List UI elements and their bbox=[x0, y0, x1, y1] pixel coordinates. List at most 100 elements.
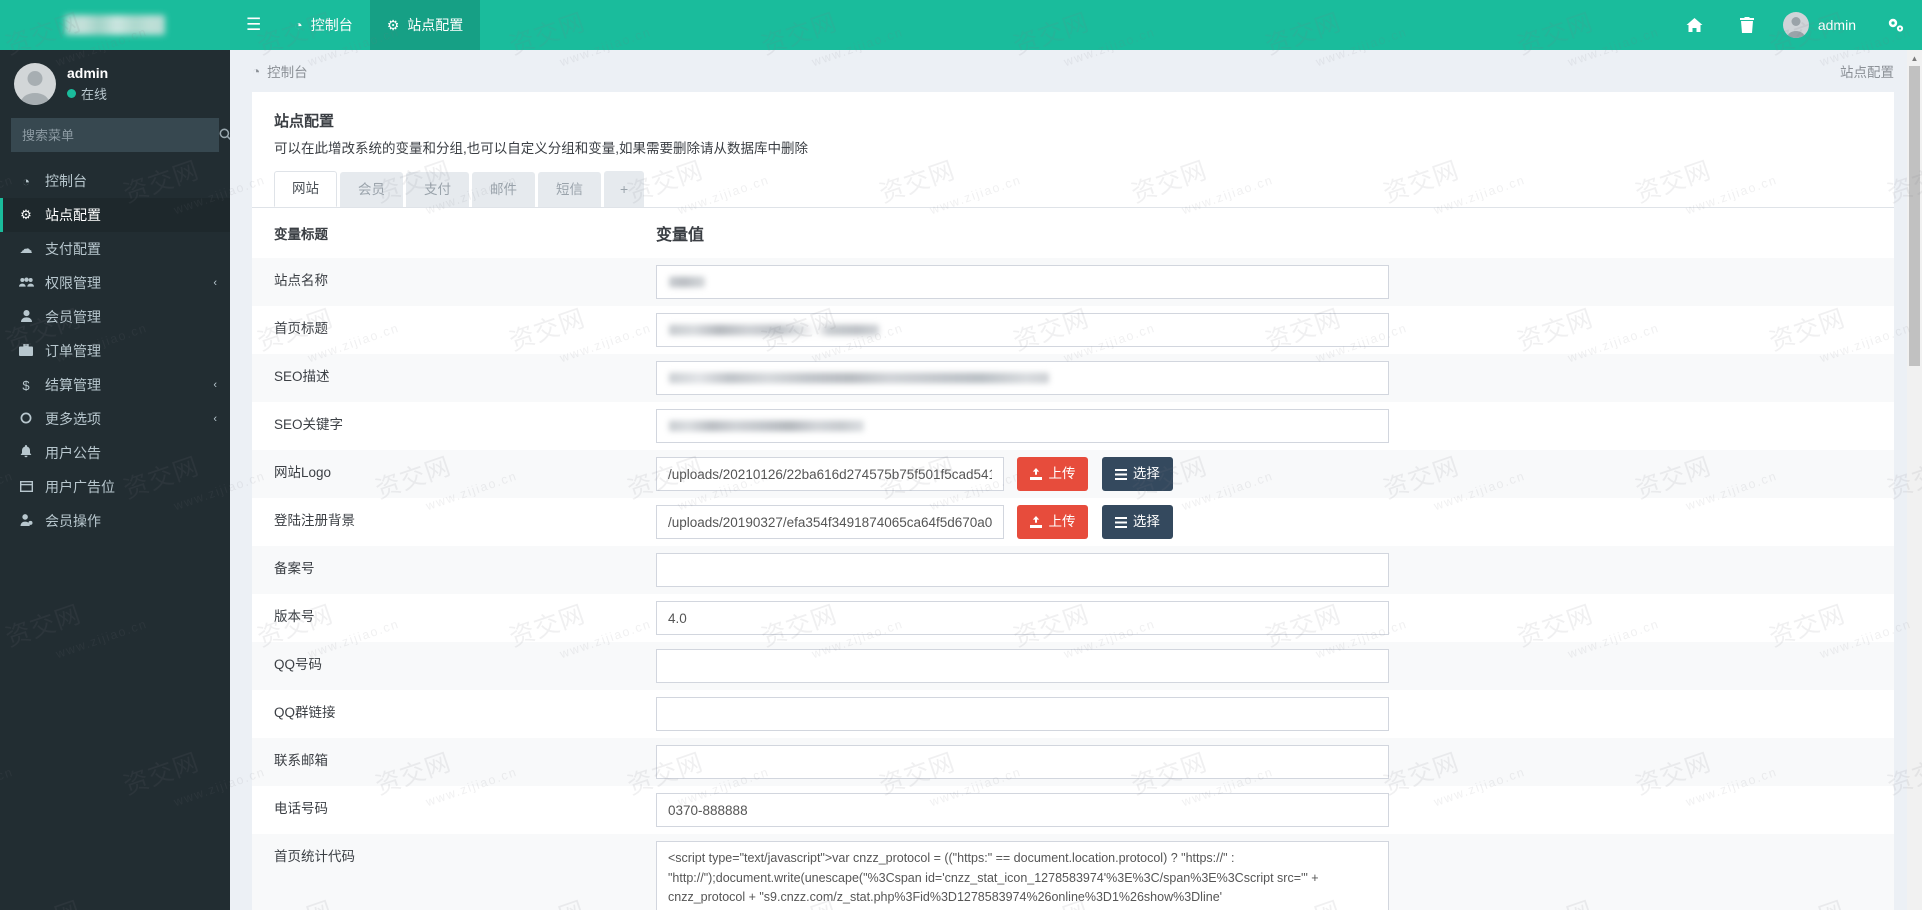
page-title: 站点配置 bbox=[274, 110, 1872, 131]
breadcrumb-right-label: 站点配置 bbox=[1840, 61, 1894, 81]
briefcase-icon bbox=[17, 344, 35, 359]
header-nav-dashboard[interactable]: ◔ 控制台 bbox=[277, 0, 369, 50]
search-input[interactable] bbox=[12, 128, 208, 143]
upload-icon bbox=[1030, 468, 1042, 480]
tab-website[interactable]: 网站 bbox=[274, 171, 337, 207]
hamburger-icon: ☰ bbox=[246, 15, 261, 35]
contact-email-input[interactable] bbox=[656, 745, 1389, 779]
table-row: QQ群链接 bbox=[252, 690, 1894, 738]
select-button-logo[interactable]: 选择 bbox=[1102, 457, 1173, 491]
users-icon bbox=[17, 276, 35, 291]
sidebar-item-order[interactable]: 订单管理 bbox=[0, 334, 230, 368]
row-label: 电话号码 bbox=[252, 786, 656, 828]
row-label: 首页统计代码 bbox=[252, 834, 656, 876]
sidebar-item-member-operation[interactable]: 会员操作 bbox=[0, 504, 230, 538]
header-nav-site-config[interactable]: ⚙ 站点配置 bbox=[370, 0, 481, 50]
sidebar-user-panel[interactable]: admin 在线 bbox=[0, 50, 230, 118]
seo-keywords-input[interactable] bbox=[656, 409, 1389, 443]
sidebar-item-label: 用户公告 bbox=[45, 443, 217, 463]
row-label: 网站Logo bbox=[252, 450, 656, 492]
table-row: SEO关键字 bbox=[252, 402, 1894, 450]
qq-group-link-input[interactable] bbox=[656, 697, 1389, 731]
chevron-left-icon: ‹ bbox=[213, 277, 217, 289]
qq-number-input[interactable] bbox=[656, 649, 1389, 683]
dashboard-icon: ◔ bbox=[294, 17, 302, 33]
home-title-input[interactable] bbox=[656, 313, 1389, 347]
tab-member[interactable]: 会员 bbox=[340, 172, 403, 207]
sidebar-item-label: 用户广告位 bbox=[45, 477, 217, 497]
chevron-left-icon: ‹ bbox=[213, 379, 217, 391]
phone-number-input[interactable] bbox=[656, 793, 1389, 827]
sidebar-toggle-button[interactable]: ☰ bbox=[230, 0, 277, 50]
search-box bbox=[11, 118, 219, 152]
tab-add-group-button[interactable]: + bbox=[604, 171, 644, 207]
tab-payment[interactable]: 支付 bbox=[406, 172, 469, 207]
circle-icon bbox=[17, 412, 35, 427]
table-row: 版本号 bbox=[252, 594, 1894, 642]
sidebar-item-site-config[interactable]: ⚙ 站点配置 bbox=[0, 198, 230, 232]
sidebar-user-status-label: 在线 bbox=[81, 84, 107, 103]
sidebar-user-name: admin bbox=[67, 65, 108, 81]
main-content: ◔ 控制台 站点配置 站点配置 可以在此增改系统的变量和分组,也可以自定义分组和… bbox=[230, 50, 1922, 910]
version-number-input[interactable] bbox=[656, 601, 1389, 635]
sidebar-item-label: 会员操作 bbox=[45, 511, 217, 531]
site-name-input[interactable] bbox=[656, 265, 1389, 299]
upload-icon bbox=[1030, 516, 1042, 528]
table-row: 首页标题 bbox=[252, 306, 1894, 354]
scrollbar-thumb[interactable] bbox=[1909, 66, 1920, 366]
sidebar-item-settlement[interactable]: $ 结算管理 ‹ bbox=[0, 368, 230, 402]
tab-email[interactable]: 邮件 bbox=[472, 172, 535, 207]
config-group-tabs: 网站 会员 支付 邮件 短信 + bbox=[252, 157, 1894, 207]
scroll-up-arrow-icon[interactable]: ▲ bbox=[1907, 50, 1922, 66]
header-user-name: admin bbox=[1818, 17, 1856, 33]
gear-icon: ⚙ bbox=[387, 17, 400, 34]
vertical-scrollbar[interactable]: ▲ bbox=[1907, 50, 1922, 910]
sidebar-item-label: 更多选项 bbox=[45, 409, 203, 429]
home-icon[interactable] bbox=[1669, 0, 1721, 50]
upload-button-label: 上传 bbox=[1048, 467, 1075, 481]
row-label: 首页标题 bbox=[252, 306, 656, 348]
trash-icon[interactable] bbox=[1721, 0, 1773, 50]
header-right-actions: admin bbox=[1669, 0, 1922, 50]
sidebar-item-member[interactable]: 会员管理 bbox=[0, 300, 230, 334]
header-spacer bbox=[480, 0, 1669, 50]
breadcrumb: ◔ 控制台 站点配置 bbox=[230, 50, 1922, 92]
row-label: 站点名称 bbox=[252, 258, 656, 300]
upload-button-background[interactable]: 上传 bbox=[1017, 505, 1088, 539]
seo-description-input[interactable] bbox=[656, 361, 1389, 395]
breadcrumb-left[interactable]: ◔ 控制台 bbox=[252, 61, 308, 81]
sidebar-item-label: 会员管理 bbox=[45, 307, 217, 327]
dollar-icon: $ bbox=[17, 378, 35, 393]
cogs-icon[interactable] bbox=[1870, 0, 1922, 50]
upload-button-logo[interactable]: 上传 bbox=[1017, 457, 1088, 491]
brand-logo[interactable] bbox=[0, 0, 230, 50]
sidebar-item-user-notice[interactable]: 用户公告 bbox=[0, 436, 230, 470]
sidebar: admin 在线 ◔ 控制台 ⚙ 站点配置 ☁ 支付配置 bbox=[0, 50, 230, 910]
sidebar-item-label: 结算管理 bbox=[45, 375, 203, 395]
sidebar-item-dashboard[interactable]: ◔ 控制台 bbox=[0, 164, 230, 198]
row-label: QQ号码 bbox=[252, 642, 656, 684]
tab-sms[interactable]: 短信 bbox=[538, 172, 601, 207]
table-row: 登陆注册背景 上传 选择 bbox=[252, 498, 1894, 546]
row-label: 联系邮箱 bbox=[252, 738, 656, 780]
login-background-input[interactable] bbox=[656, 505, 1004, 539]
icp-number-input[interactable] bbox=[656, 553, 1389, 587]
sidebar-item-permission[interactable]: 权限管理 ‹ bbox=[0, 266, 230, 300]
search-icon[interactable] bbox=[208, 128, 230, 143]
redacted-value bbox=[669, 277, 705, 288]
header-user-menu[interactable]: admin bbox=[1773, 0, 1870, 50]
table-row: 网站Logo 上传 选择 bbox=[252, 450, 1894, 498]
sidebar-item-payment-config[interactable]: ☁ 支付配置 bbox=[0, 232, 230, 266]
select-button-background[interactable]: 选择 bbox=[1102, 505, 1173, 539]
user-icon bbox=[17, 310, 35, 325]
header-nav-site-config-label: 站点配置 bbox=[407, 15, 463, 35]
sidebar-item-more-options[interactable]: 更多选项 ‹ bbox=[0, 402, 230, 436]
row-label: 版本号 bbox=[252, 594, 656, 636]
home-statistics-code-textarea[interactable]: <script type="text/javascript">var cnzz_… bbox=[656, 841, 1389, 910]
redacted-value bbox=[669, 373, 1049, 384]
breadcrumb-left-label: 控制台 bbox=[267, 61, 308, 81]
sidebar-item-label: 站点配置 bbox=[45, 205, 217, 225]
sidebar-item-user-ad-slot[interactable]: 用户广告位 bbox=[0, 470, 230, 504]
table-row: 备案号 bbox=[252, 546, 1894, 594]
site-logo-input[interactable] bbox=[656, 457, 1004, 491]
